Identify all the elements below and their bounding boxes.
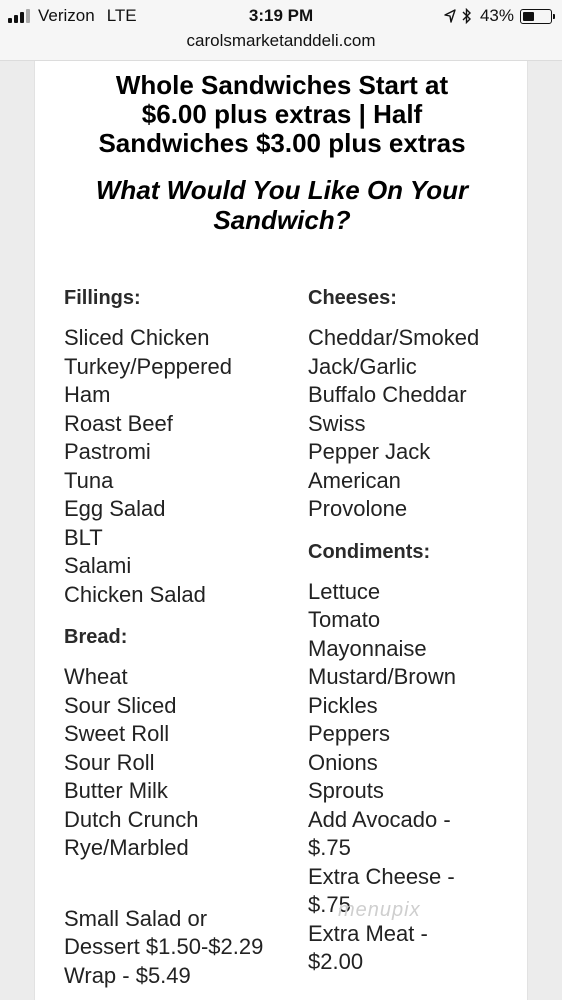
battery-fill — [523, 11, 534, 21]
extra-item: Wrap - $5.49 — [64, 962, 191, 988]
fillings-title: Fillings: — [64, 287, 141, 309]
condiment-item: Peppers — [308, 721, 390, 746]
condiment-item: Extra Cheese - — [308, 863, 455, 889]
address-bar[interactable]: carolsmarketanddeli.com — [0, 30, 562, 61]
cheese-item: Jack/Garlic — [308, 353, 417, 379]
cheese-item: Swiss — [308, 410, 366, 436]
condiment-item: Tomato — [308, 607, 381, 632]
extra-item: Small Salad or — [64, 905, 208, 931]
bluetooth-icon — [462, 8, 471, 24]
filling-item: Pastromi — [64, 439, 151, 464]
condiment-item: Mayonnaise — [308, 635, 427, 661]
condiment-item: Onions — [308, 749, 378, 775]
right-column: Cheeses: Cheddar/Smoked Jack/Garlic Buff… — [308, 284, 528, 977]
status-bar: Verizon LTE 3:19 PM 43% — [0, 0, 562, 30]
price-headline: Whole Sandwiches Start at $6.00 plus ext… — [35, 71, 529, 158]
condiments-title: Condiments: — [308, 540, 431, 563]
condiment-item: Pickles — [308, 692, 378, 718]
condiment-item: Lettuce — [308, 578, 381, 604]
left-column: Fillings: Sliced Chicken Turkey/Peppered… — [64, 284, 300, 990]
filling-item: Sliced Chicken — [64, 325, 210, 350]
bread-item: Sour Roll — [64, 749, 155, 775]
condiment-item: Mustard/Brown — [308, 664, 456, 689]
bread-item: Dutch Crunch — [64, 806, 199, 832]
filling-item: Tuna — [64, 467, 114, 493]
subhead-line: Sandwich? — [213, 205, 351, 235]
cheese-item: Provolone — [308, 496, 408, 521]
url-text[interactable]: carolsmarketanddeli.com — [187, 31, 376, 50]
headline-line: Sandwiches $3.00 plus extras — [98, 128, 466, 158]
headline-line: $6.00 plus extras | Half — [141, 99, 423, 129]
watermark: menupix — [338, 899, 421, 921]
filling-item: Roast Beef — [64, 410, 173, 436]
web-page: Whole Sandwiches Start at $6.00 plus ext… — [0, 61, 562, 1000]
subhead-line: What Would You Like On Your — [95, 175, 469, 205]
bread-item: Sweet Roll — [64, 721, 170, 746]
filling-item: Ham — [64, 382, 111, 407]
cheeses-title: Cheeses: — [308, 287, 397, 309]
cheese-item: Cheddar/Smoked — [308, 325, 480, 350]
bread-item: Rye/Marbled — [64, 835, 189, 860]
filling-item: BLT — [64, 524, 103, 550]
condiment-item: Extra Meat - — [308, 920, 428, 946]
status-right: 43% — [444, 6, 555, 26]
condiment-item: $2.00 — [308, 949, 364, 974]
filling-item: Turkey/Peppered — [64, 353, 232, 379]
sandwich-question: What Would You Like On Your Sandwich? — [35, 175, 529, 235]
bread-title: Bread: — [64, 626, 128, 648]
extra-item: Dessert $1.50-$2.29 — [64, 934, 264, 959]
bread-item: Butter Milk — [64, 778, 168, 803]
condiment-item: Sprouts — [308, 778, 384, 803]
battery-icon — [520, 8, 555, 24]
battery-percent: 43% — [479, 6, 514, 25]
bread-item: Sour Sliced — [64, 692, 177, 718]
filling-item: Salami — [64, 553, 132, 578]
filling-item: Egg Salad — [64, 496, 166, 521]
location-arrow-icon — [444, 9, 456, 23]
condiment-item: $.75 — [308, 835, 351, 860]
condiment-item: Add Avocado - — [308, 806, 451, 832]
cheese-item: American — [308, 467, 401, 493]
cheese-item: Buffalo Cheddar — [308, 382, 467, 407]
headline-line: Whole Sandwiches Start at — [115, 70, 449, 100]
cheese-item: Pepper Jack — [308, 439, 431, 464]
filling-item: Chicken Salad — [64, 581, 206, 607]
bread-item: Wheat — [64, 664, 128, 689]
